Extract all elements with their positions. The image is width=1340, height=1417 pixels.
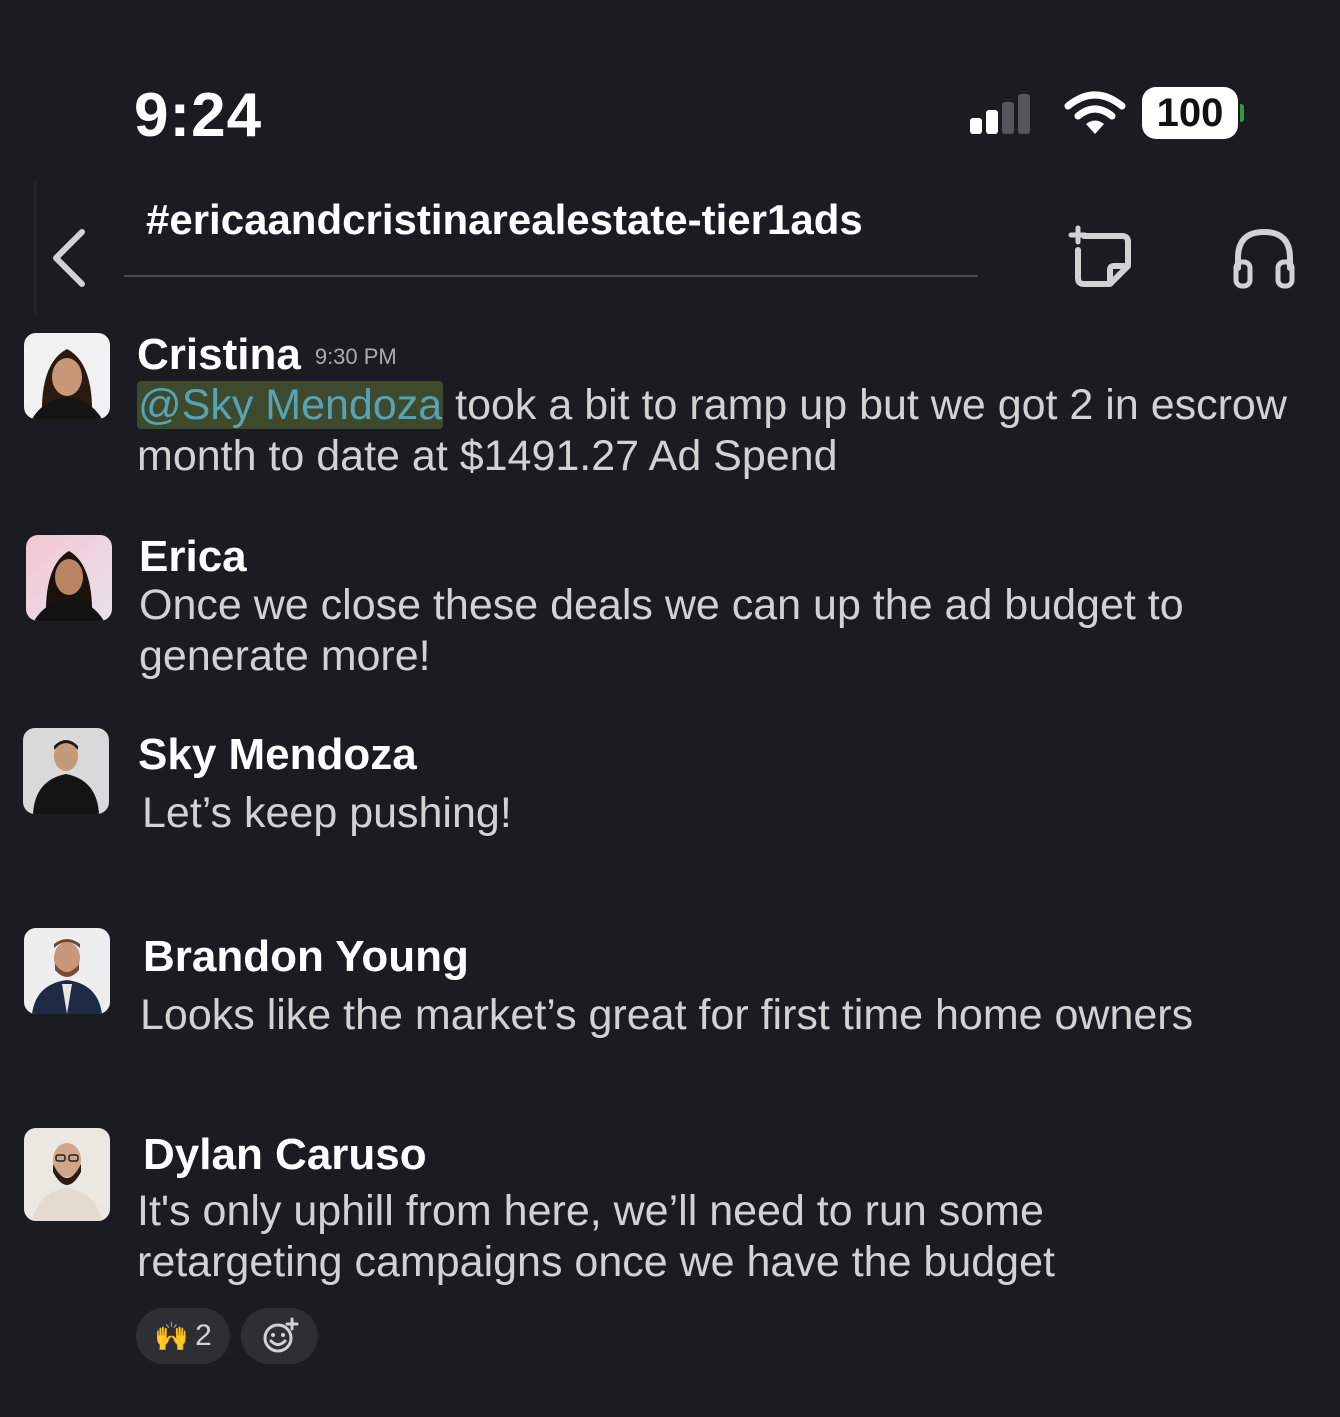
message-item[interactable]: Erica Once we close these deals we can u…: [0, 532, 1340, 682]
battery-indicator: 100: [1142, 87, 1238, 139]
message-item[interactable]: Cristina 9:30 PM @Sky Mendoza took a bit …: [0, 330, 1340, 490]
avatar[interactable]: [24, 1128, 110, 1221]
reaction-pill[interactable]: 🙌 2: [136, 1308, 230, 1364]
avatar[interactable]: [23, 728, 109, 814]
status-time: 9:24: [134, 81, 263, 150]
message-text: It's only uphill from here, we’ll need t…: [137, 1187, 1055, 1286]
avatar[interactable]: [26, 535, 112, 621]
message-author[interactable]: Dylan Caruso: [143, 1130, 427, 1180]
canvas-button[interactable]: [1066, 224, 1138, 292]
user-mention[interactable]: @Sky Mendoza: [137, 381, 444, 429]
canvas-add-icon: [1068, 225, 1131, 287]
channel-title[interactable]: #ericaandcristinarealestate-tier1ads: [146, 196, 863, 244]
message-item[interactable]: Dylan Caruso It's only uphill from here,…: [0, 1128, 1340, 1298]
message-item[interactable]: Brandon Young Looks like the market’s gr…: [0, 928, 1340, 1048]
message-text: Let’s keep pushing!: [142, 789, 512, 837]
avatar[interactable]: [24, 333, 110, 419]
raised-hands-emoji: 🙌: [154, 1320, 190, 1352]
author-name[interactable]: Cristina: [137, 330, 301, 379]
chevron-left-icon: [53, 229, 85, 287]
header-divider: [124, 275, 978, 277]
message-text: Once we close these deals we can up the …: [139, 581, 1184, 680]
add-reaction-button[interactable]: [241, 1308, 318, 1364]
reaction-count: 2: [195, 1319, 212, 1352]
headphones-icon: [1233, 228, 1295, 289]
huddle-button[interactable]: [1228, 224, 1300, 292]
back-button[interactable]: [44, 222, 96, 294]
wifi-icon: [1064, 91, 1126, 134]
header-edge: [34, 180, 37, 314]
message-author[interactable]: Sky Mendoza: [138, 730, 417, 780]
message-timestamp[interactable]: 9:30 PM: [315, 344, 397, 369]
message-author[interactable]: Brandon Young: [143, 932, 469, 982]
message-text: @Sky Mendoza took a bit to ramp up but w…: [137, 380, 1307, 482]
signal-bars-icon: [970, 94, 1030, 134]
avatar[interactable]: [24, 928, 110, 1014]
add-reaction-icon: [263, 1317, 298, 1353]
message-item[interactable]: Sky Mendoza Let’s keep pushing!: [0, 728, 1340, 848]
message-author[interactable]: Cristina 9:30 PM: [137, 330, 397, 380]
message-text: Looks like the market’s great for first …: [140, 991, 1194, 1039]
battery-tip: [1240, 104, 1244, 122]
message-author[interactable]: Erica: [139, 532, 247, 582]
